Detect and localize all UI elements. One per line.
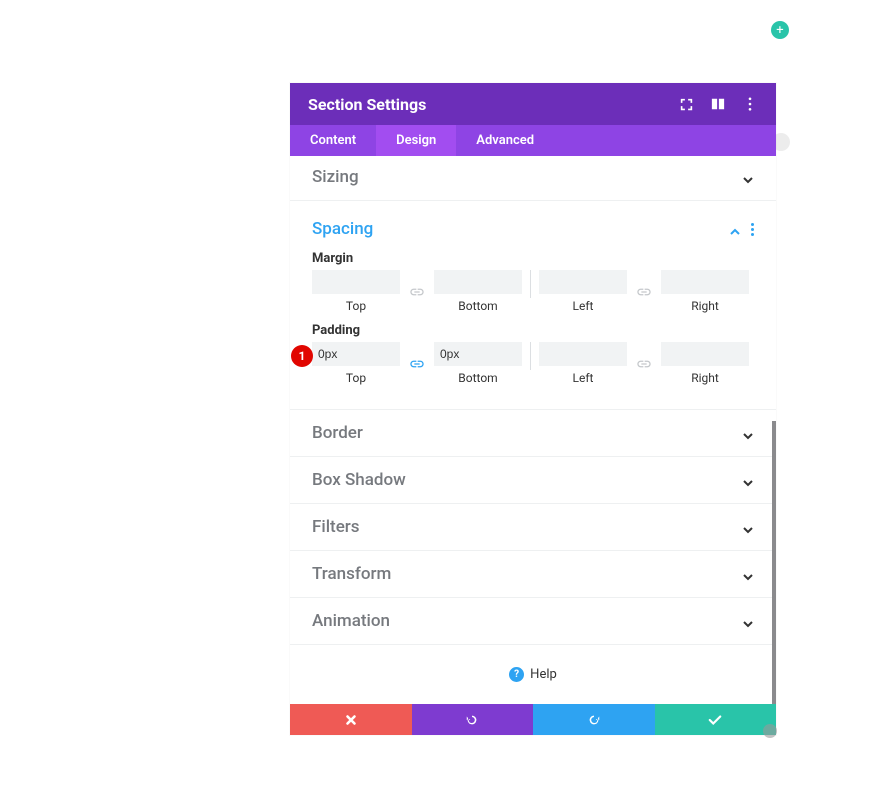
redo-button[interactable] bbox=[533, 704, 655, 735]
options-icon[interactable] bbox=[751, 223, 754, 236]
tab-content[interactable]: Content bbox=[290, 125, 376, 156]
chevron-down-icon bbox=[742, 427, 754, 439]
link-icon[interactable] bbox=[408, 283, 426, 301]
section-animation[interactable]: Animation bbox=[290, 598, 776, 645]
chevron-down-icon bbox=[742, 521, 754, 533]
divider bbox=[530, 342, 531, 370]
add-module-button[interactable]: + bbox=[771, 21, 789, 39]
header-actions bbox=[678, 96, 758, 112]
padding-label: Padding bbox=[312, 323, 754, 338]
spacing-controls bbox=[729, 223, 754, 236]
label-top: Top bbox=[346, 371, 366, 385]
label-top: Top bbox=[346, 299, 366, 313]
spacing-header[interactable]: Spacing bbox=[312, 211, 754, 251]
cancel-button[interactable] bbox=[290, 704, 412, 735]
margin-right-input[interactable] bbox=[661, 270, 749, 294]
spacing-panel: Spacing Margin Top Bottom bbox=[290, 201, 776, 410]
label-bottom: Bottom bbox=[458, 371, 497, 385]
section-border[interactable]: Border bbox=[290, 410, 776, 457]
help-icon: ? bbox=[509, 667, 524, 682]
scrollbar[interactable] bbox=[772, 421, 776, 704]
padding-row: Top Bottom Left bbox=[312, 342, 754, 385]
padding-left-input[interactable] bbox=[539, 342, 627, 366]
save-button[interactable] bbox=[655, 704, 777, 735]
columns-icon[interactable] bbox=[710, 96, 726, 112]
modal-header: Section Settings bbox=[290, 83, 776, 125]
section-title-animation: Animation bbox=[312, 611, 390, 631]
chevron-down-icon bbox=[742, 568, 754, 580]
more-icon[interactable] bbox=[742, 96, 758, 112]
margin-left-input[interactable] bbox=[539, 270, 627, 294]
expand-icon[interactable] bbox=[678, 96, 694, 112]
annotation-badge-1: 1 bbox=[291, 345, 313, 367]
help-label: Help bbox=[530, 667, 557, 682]
help-row[interactable]: ? Help bbox=[290, 645, 776, 704]
section-settings-modal: Section Settings Content Design Advanced… bbox=[290, 83, 776, 735]
link-icon[interactable] bbox=[635, 355, 653, 373]
modal-body: Sizing Spacing Margin Top bbox=[290, 156, 776, 704]
section-boxshadow[interactable]: Box Shadow bbox=[290, 457, 776, 504]
modal-footer bbox=[290, 704, 776, 735]
label-left: Left bbox=[573, 299, 594, 313]
section-title-boxshadow: Box Shadow bbox=[312, 470, 406, 490]
chevron-down-icon bbox=[742, 474, 754, 486]
link-icon[interactable] bbox=[635, 283, 653, 301]
tab-advanced[interactable]: Advanced bbox=[456, 125, 554, 156]
section-title-sizing: Sizing bbox=[312, 167, 359, 187]
chevron-up-icon[interactable] bbox=[729, 223, 741, 235]
section-filters[interactable]: Filters bbox=[290, 504, 776, 551]
tabs: Content Design Advanced bbox=[290, 125, 776, 156]
margin-bottom-input[interactable] bbox=[434, 270, 522, 294]
chevron-down-icon bbox=[742, 615, 754, 627]
label-right: Right bbox=[691, 371, 719, 385]
padding-top-input[interactable] bbox=[312, 342, 400, 366]
padding-bottom-input[interactable] bbox=[434, 342, 522, 366]
section-title-filters: Filters bbox=[312, 517, 360, 537]
section-title-spacing: Spacing bbox=[312, 219, 373, 239]
section-sizing[interactable]: Sizing bbox=[290, 156, 776, 201]
chevron-down-icon bbox=[742, 171, 754, 183]
link-icon[interactable] bbox=[408, 355, 426, 373]
section-title-border: Border bbox=[312, 423, 363, 443]
section-title-transform: Transform bbox=[312, 564, 391, 584]
modal-title: Section Settings bbox=[308, 95, 678, 114]
margin-row: Top Bottom Left bbox=[312, 270, 754, 313]
margin-label: Margin bbox=[312, 251, 754, 266]
label-right: Right bbox=[691, 299, 719, 313]
resize-handle-icon[interactable] bbox=[763, 724, 777, 738]
divider bbox=[530, 270, 531, 298]
label-bottom: Bottom bbox=[458, 299, 497, 313]
label-left: Left bbox=[573, 371, 594, 385]
margin-top-input[interactable] bbox=[312, 270, 400, 294]
padding-right-input[interactable] bbox=[661, 342, 749, 366]
section-transform[interactable]: Transform bbox=[290, 551, 776, 598]
tab-design[interactable]: Design bbox=[376, 125, 456, 156]
undo-button[interactable] bbox=[412, 704, 534, 735]
